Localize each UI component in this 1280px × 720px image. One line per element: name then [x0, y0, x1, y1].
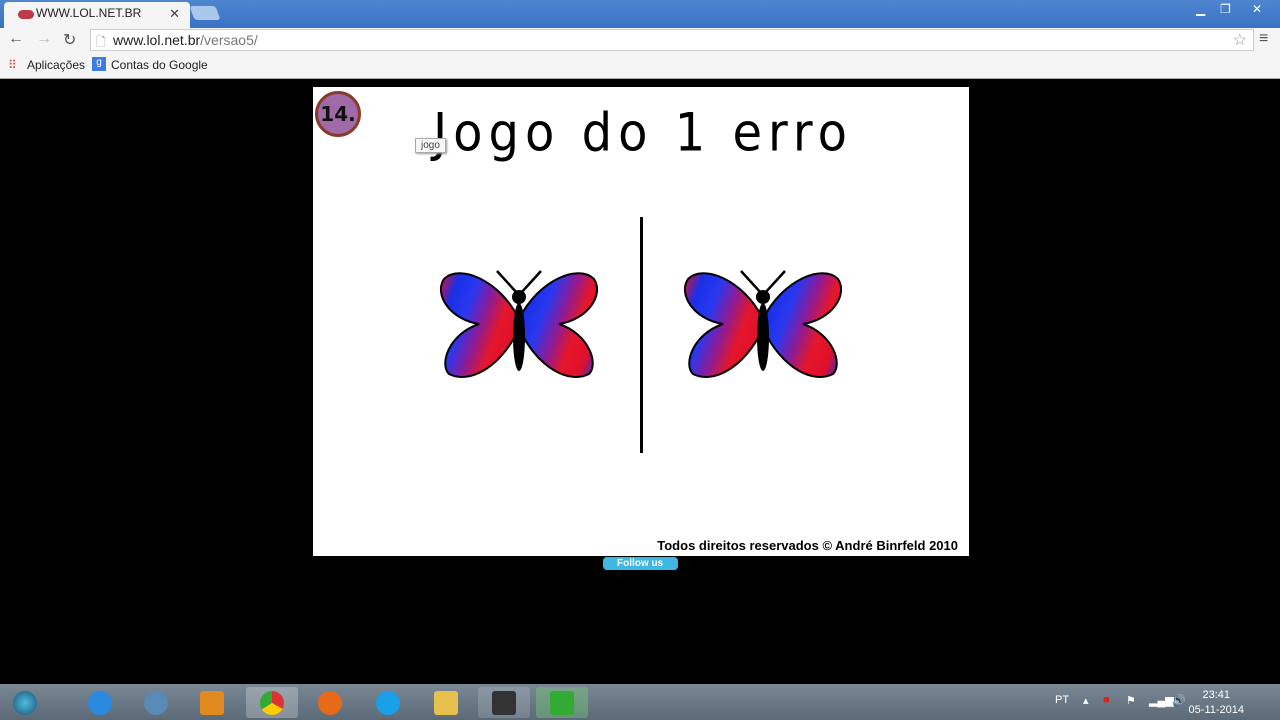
tooltip: jogo — [415, 138, 446, 153]
restore-button[interactable]: ❐ — [1220, 2, 1231, 16]
taskbar-app[interactable] — [130, 687, 182, 718]
new-tab-button[interactable] — [189, 6, 221, 20]
date: 05-11-2014 — [1188, 704, 1244, 716]
taskbar: PT ▴ ■ ⚑ ▂▄▆ 🔊 23:41 05-11-2014 — [0, 684, 1280, 720]
taskbar-explorer[interactable] — [420, 687, 472, 718]
bookmark-google[interactable]: Contas do Google — [111, 58, 208, 72]
page-icon: 🗋 — [96, 35, 106, 49]
time: 23:41 — [1202, 689, 1231, 701]
follow-us-button[interactable]: Follow us — [603, 557, 678, 570]
close-tab-icon[interactable]: ✕ — [169, 6, 180, 22]
game-panel: 14. Jogo do 1 erro jogo Todos direitos r… — [313, 87, 969, 556]
level-badge: 14. — [315, 91, 361, 137]
bookmark-apps[interactable]: Aplicações — [27, 58, 85, 72]
taskbar-chrome[interactable] — [246, 687, 298, 718]
minimize-button[interactable]: ▁ — [1196, 2, 1205, 16]
language-indicator[interactable]: PT — [1055, 694, 1069, 706]
taskbar-app2[interactable] — [478, 687, 530, 718]
taskbar-firefox[interactable] — [304, 687, 356, 718]
security-icon[interactable]: ■ — [1103, 694, 1110, 706]
forward-button[interactable]: → — [36, 30, 52, 48]
tab-title: WWW.LOL.NET.BR — [36, 6, 142, 20]
network-icon[interactable]: ▂▄▆ — [1149, 694, 1174, 707]
tab-strip: WWW.LOL.NET.BR ✕ ▁ ❐ ✕ — [0, 0, 1280, 28]
taskbar-skype[interactable] — [362, 687, 414, 718]
tab-lol[interactable]: WWW.LOL.NET.BR ✕ — [4, 2, 190, 28]
back-button[interactable]: ← — [8, 30, 24, 48]
site-favicon-icon — [18, 10, 34, 19]
taskbar-app3[interactable] — [536, 687, 588, 718]
url-host: www.lol.net.br — [113, 32, 201, 48]
toolbar: ← → ↻ 🗋 www.lol.net.br/versao5/ ☆ ≡ — [0, 28, 1280, 52]
address-bar[interactable]: 🗋 www.lol.net.br/versao5/ ☆ — [90, 29, 1254, 51]
show-hidden-icons[interactable]: ▴ — [1083, 694, 1089, 707]
close-window-button[interactable]: ✕ — [1252, 2, 1262, 16]
bookmarks-bar: ⠿ Aplicações g Contas do Google — [0, 52, 1280, 79]
apps-icon: ⠿ — [8, 58, 17, 72]
copyright: Todos direitos reservados © André Binrfe… — [657, 538, 958, 553]
game-title: Jogo do 1 erro — [433, 102, 853, 164]
url-path: /versao5/ — [200, 32, 258, 48]
butterfly-right[interactable] — [683, 269, 845, 385]
bookmark-star-icon[interactable]: ☆ — [1233, 30, 1247, 50]
flag-icon[interactable]: ⚑ — [1126, 694, 1136, 707]
reload-button[interactable]: ↻ — [63, 30, 76, 50]
taskbar-media[interactable] — [186, 687, 238, 718]
menu-icon[interactable]: ≡ — [1259, 30, 1268, 48]
clock[interactable]: 23:41 05-11-2014 — [1189, 688, 1244, 718]
divider-line — [640, 217, 643, 453]
google-icon: g — [92, 57, 106, 71]
butterfly-left[interactable] — [439, 269, 601, 385]
volume-icon[interactable]: 🔊 — [1172, 694, 1186, 707]
start-button[interactable] — [0, 687, 50, 718]
taskbar-ie[interactable] — [74, 687, 126, 718]
